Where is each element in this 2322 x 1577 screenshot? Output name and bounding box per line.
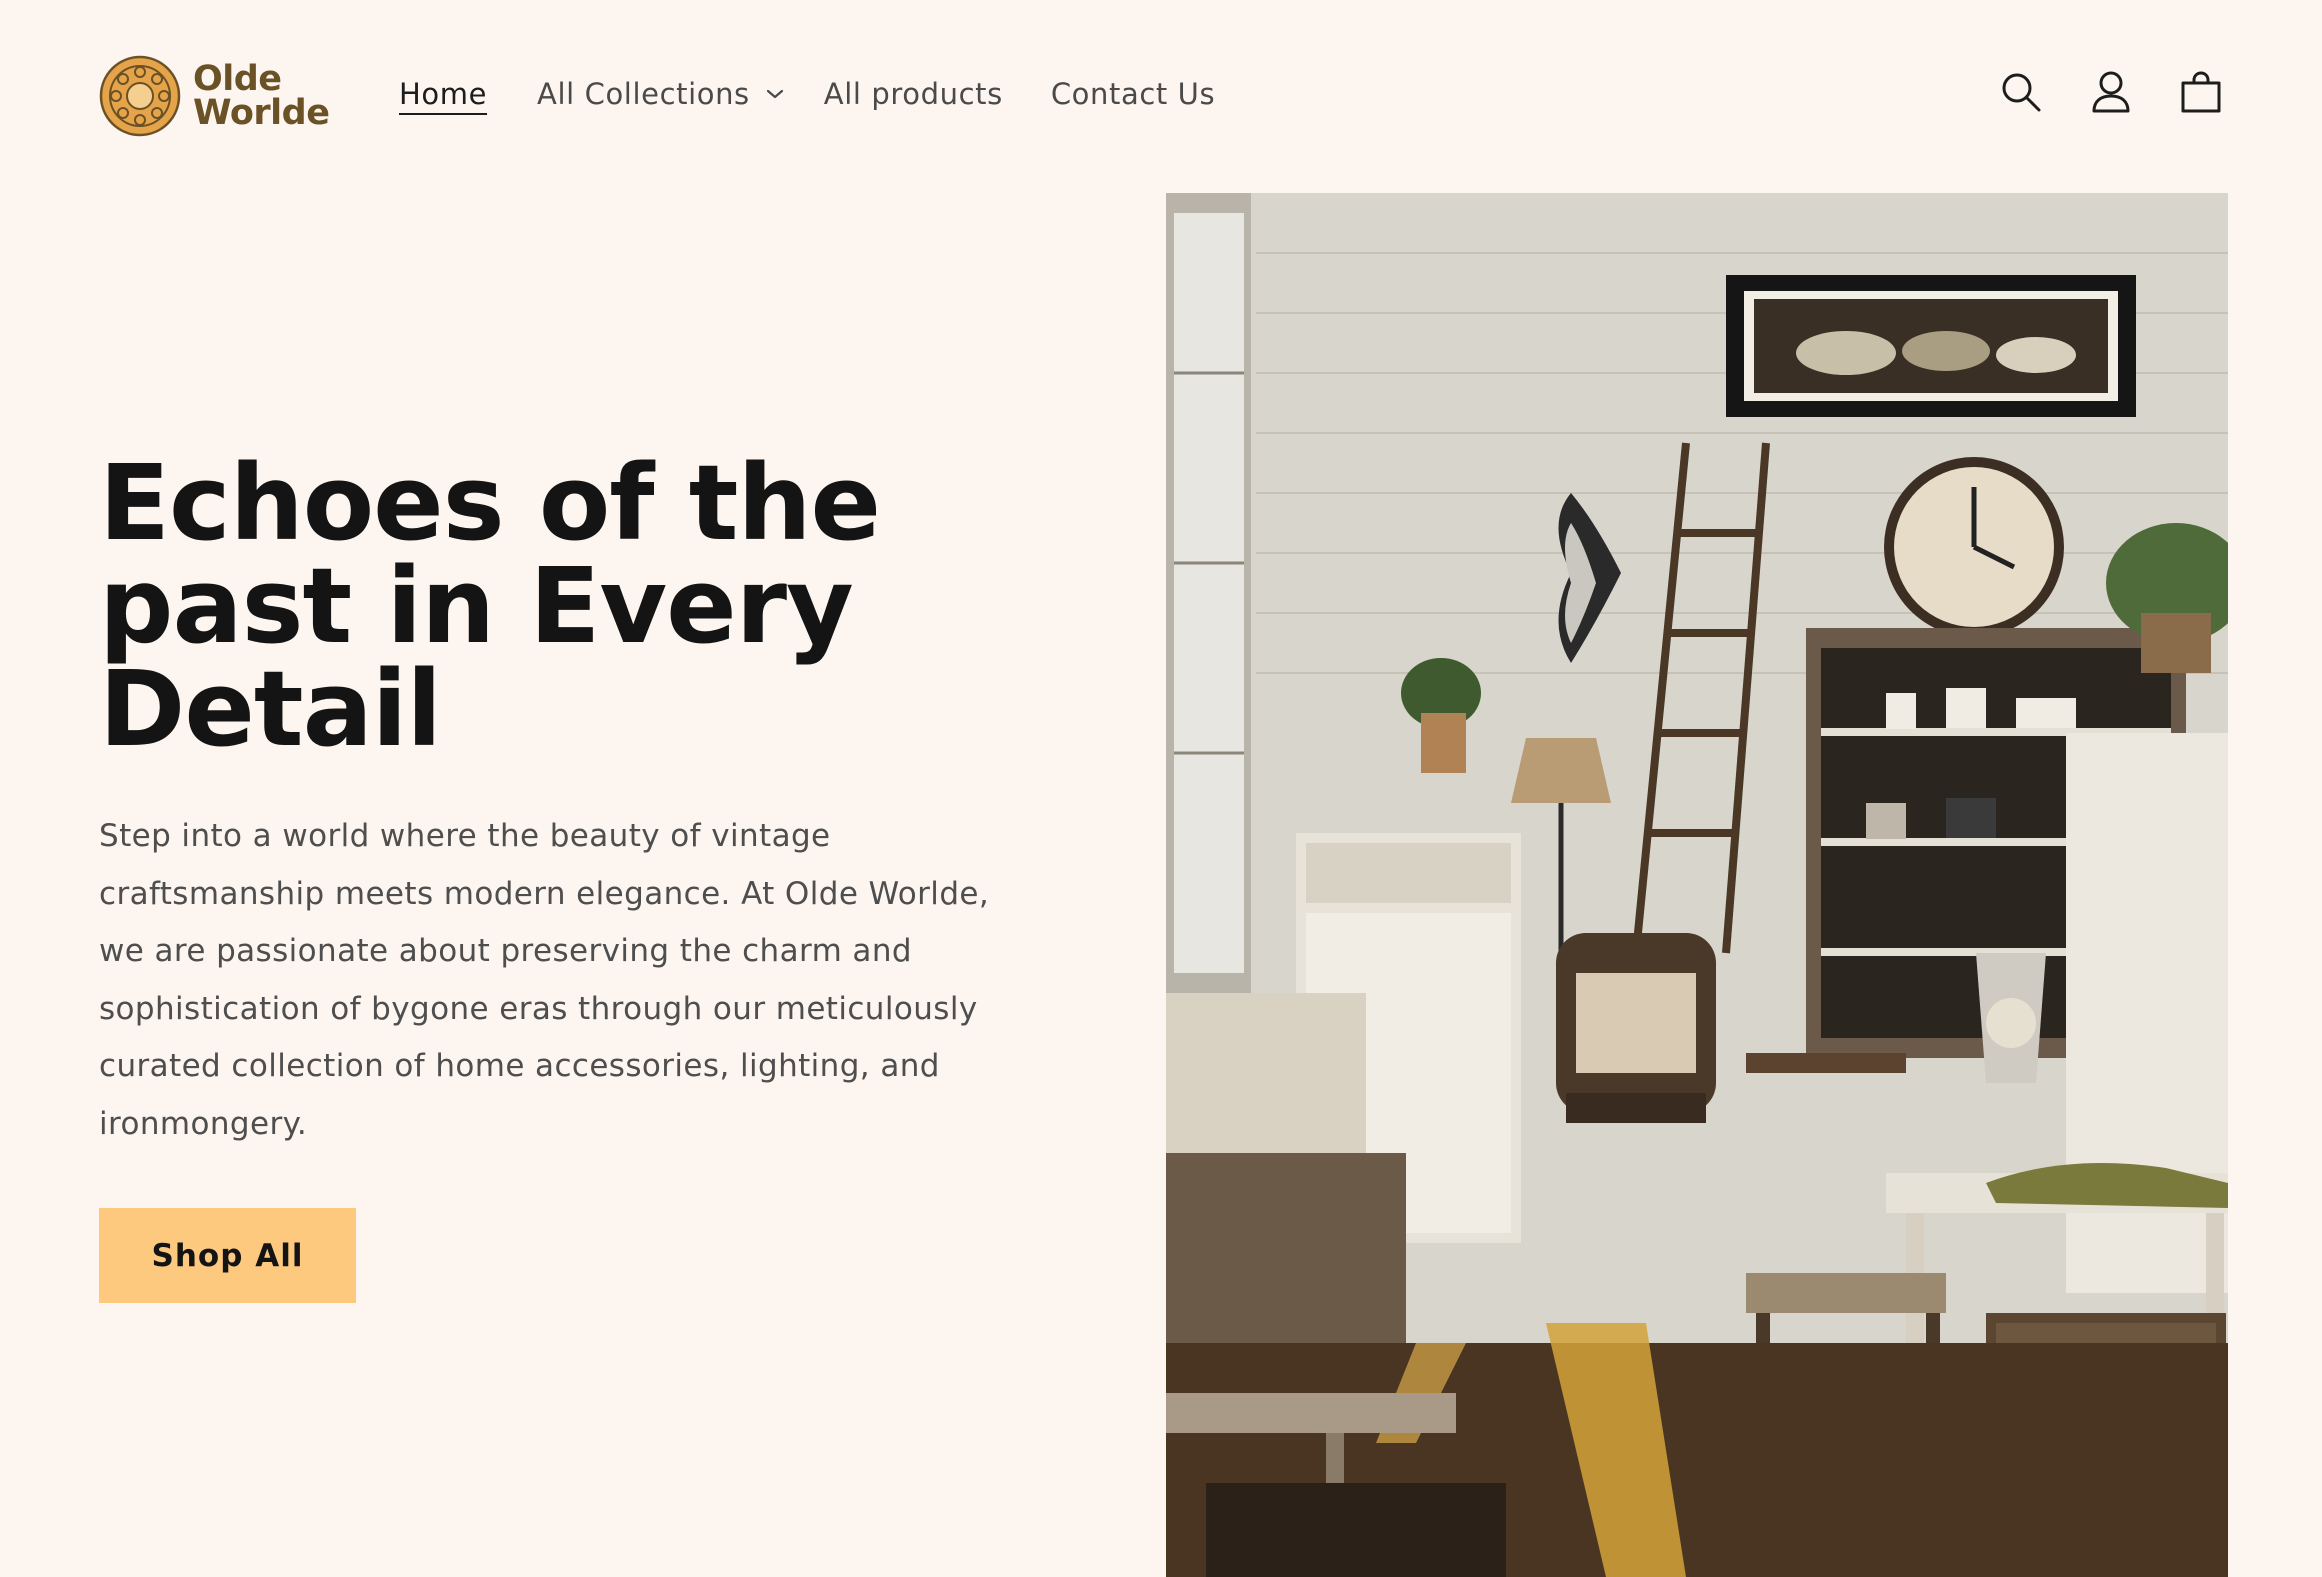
- nav-collections-label: All Collections: [537, 77, 750, 111]
- logo-text-line1: Olde: [193, 59, 282, 99]
- logo[interactable]: Olde Worlde: [99, 55, 330, 137]
- nav-contact-link[interactable]: Contact Us: [1051, 72, 1215, 116]
- user-icon[interactable]: [2090, 70, 2132, 114]
- shop-all-button[interactable]: Shop All: [99, 1208, 356, 1303]
- nav-products-link[interactable]: All products: [824, 72, 1003, 116]
- logo-wordmark: Olde Worlde: [193, 59, 330, 133]
- cart-icon[interactable]: [2180, 70, 2222, 114]
- logo-emblem-icon: [99, 55, 181, 137]
- site-header: Olde Worlde Home All Collections All pro…: [0, 0, 2322, 190]
- nav-home-link[interactable]: Home: [399, 72, 487, 116]
- main-nav: Home All Collections All products Contac…: [399, 72, 1215, 116]
- logo-text-line2: Worlde: [193, 93, 330, 133]
- chevron-down-icon: [766, 89, 783, 99]
- hero-description: Step into a world where the beauty of vi…: [99, 818, 990, 1142]
- search-icon[interactable]: [2000, 70, 2042, 114]
- hero-image: [1166, 193, 2228, 1577]
- hero-title: Echoes of the past in Every Detail: [99, 442, 881, 770]
- nav-collections-dropdown[interactable]: All Collections: [537, 72, 784, 116]
- header-actions: [2000, 70, 2222, 114]
